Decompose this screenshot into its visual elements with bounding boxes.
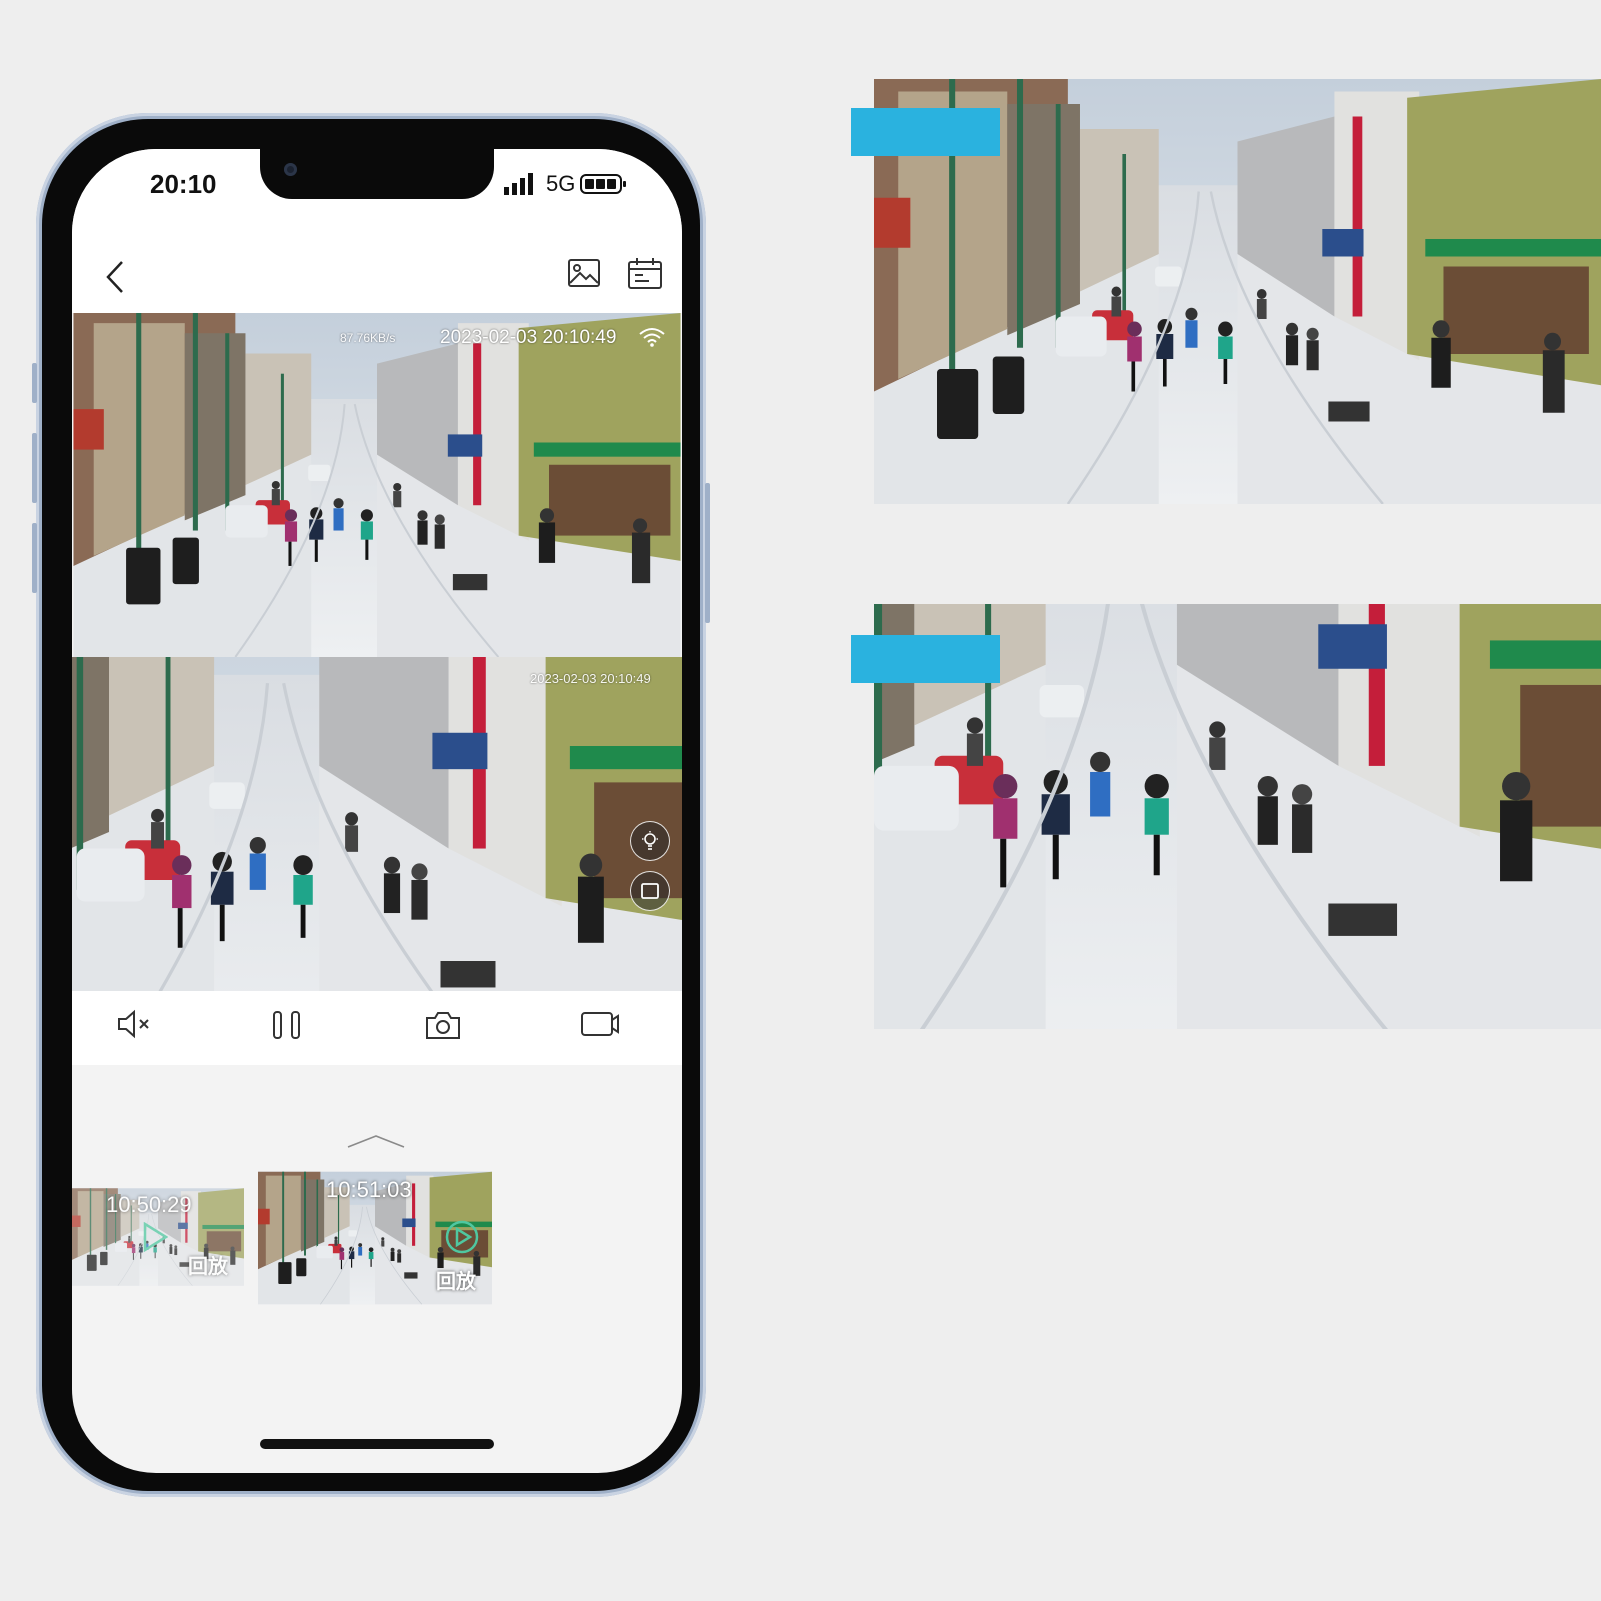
camera-notch bbox=[260, 149, 494, 199]
phone-frame: 20:10 5G 87.76KB/s 2023-02-03 20:10:49 2… bbox=[32, 113, 710, 1497]
phone-volume-down bbox=[32, 523, 37, 593]
phone-volume-up bbox=[32, 433, 37, 503]
zoom-view-tag bbox=[851, 635, 1000, 683]
fullscreen-icon bbox=[641, 883, 659, 899]
wide-view-tag bbox=[851, 108, 1000, 156]
phone-power-button bbox=[705, 483, 710, 623]
battery-icon bbox=[580, 174, 626, 194]
calendar-icon[interactable] bbox=[628, 257, 662, 289]
play-icon bbox=[445, 1220, 479, 1254]
front-camera bbox=[284, 163, 297, 176]
phone-screen: 20:10 5G 87.76KB/s 2023-02-03 20:10:49 2… bbox=[72, 149, 682, 1473]
back-icon[interactable] bbox=[104, 259, 128, 295]
home-indicator[interactable] bbox=[260, 1439, 494, 1449]
bulb-icon bbox=[642, 831, 658, 850]
recording-thumbnail[interactable]: 10:51:03 回放 bbox=[258, 1171, 492, 1305]
recording-time: 10:50:29 bbox=[106, 1192, 192, 1217]
gallery-icon[interactable] bbox=[568, 259, 600, 287]
phone-mute-switch bbox=[32, 363, 37, 403]
replay-label: 回放 bbox=[188, 1256, 228, 1278]
recording-time: 10:51:03 bbox=[326, 1177, 412, 1202]
pause-icon[interactable] bbox=[272, 1009, 302, 1041]
street-scene-zoom bbox=[72, 657, 682, 991]
network-label: 5G bbox=[546, 171, 576, 196]
expand-chevron-icon[interactable] bbox=[346, 1133, 406, 1153]
live-video-zoom[interactable]: 2023-02-03 20:10:49 bbox=[72, 657, 682, 991]
app-header bbox=[72, 239, 682, 313]
light-toggle-button[interactable] bbox=[630, 821, 670, 861]
bitrate-readout: 87.76KB/s bbox=[340, 331, 396, 345]
fullscreen-button[interactable] bbox=[630, 871, 670, 911]
player-controls bbox=[72, 991, 682, 1065]
replay-label: 回放 bbox=[436, 1271, 476, 1293]
canvas: 20:10 5G 87.76KB/s 2023-02-03 20:10:49 2… bbox=[0, 0, 1601, 1601]
phone-bezel: 20:10 5G 87.76KB/s 2023-02-03 20:10:49 2… bbox=[42, 119, 700, 1491]
mute-icon[interactable] bbox=[116, 1009, 152, 1039]
play-icon bbox=[143, 1222, 168, 1252]
zoom-timestamp: 2023-02-03 20:10:49 bbox=[530, 671, 651, 686]
status-time: 20:10 bbox=[150, 169, 217, 199]
live-video-wide[interactable]: 87.76KB/s 2023-02-03 20:10:49 bbox=[72, 313, 682, 657]
live-timestamp: 2023-02-03 20:10:49 bbox=[440, 327, 617, 348]
snapshot-icon[interactable] bbox=[424, 1009, 462, 1041]
record-icon[interactable] bbox=[580, 1009, 620, 1039]
wifi-icon bbox=[639, 328, 665, 347]
recording-thumbnail[interactable]: 10:50:29 回放 bbox=[72, 1188, 244, 1286]
street-scene-wide bbox=[72, 313, 682, 657]
signal-icon bbox=[504, 173, 533, 195]
